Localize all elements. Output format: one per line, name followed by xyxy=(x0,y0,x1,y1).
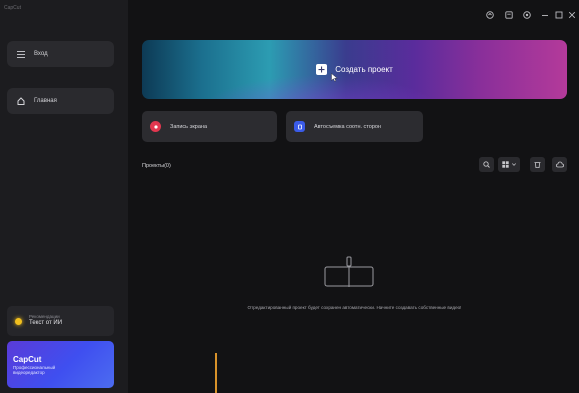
reframe-icon xyxy=(294,121,305,132)
sidebar-item-home[interactable]: Главная xyxy=(7,88,114,114)
capcut-pro-card[interactable]: CapCut Профессиональный видеоредактор xyxy=(7,341,114,388)
create-project-label: Создать проект xyxy=(335,65,393,74)
screen-record-button[interactable]: Запись экрана xyxy=(142,111,277,142)
app-title: CapCut xyxy=(4,5,21,11)
auto-reframe-label: Автосъемка соотн. сторон xyxy=(314,123,381,130)
orange-marker-line xyxy=(215,353,217,393)
plus-icon xyxy=(316,64,328,75)
record-icon xyxy=(150,121,161,132)
cloud-button[interactable] xyxy=(552,157,567,172)
chevron-down-icon xyxy=(512,163,516,166)
auto-reframe-button[interactable]: Автосъемка соотн. сторон xyxy=(286,111,423,142)
search-button[interactable] xyxy=(479,157,494,172)
cloud-icon xyxy=(555,161,564,168)
sparkle-icon xyxy=(15,317,22,325)
projects-title: Проекты(0) xyxy=(142,163,171,169)
settings-icon[interactable] xyxy=(522,10,531,19)
sync-icon[interactable] xyxy=(485,10,494,19)
create-project-banner[interactable]: Создать проект xyxy=(142,40,567,99)
menu-icon xyxy=(17,50,25,58)
empty-projects-icon xyxy=(324,256,374,287)
screen-record-label: Запись экрана xyxy=(170,123,208,130)
promo-card[interactable]: Рекомендации Текст от ИИ xyxy=(7,306,114,336)
grid-icon xyxy=(502,161,509,168)
cursor-icon xyxy=(331,73,338,82)
delete-button[interactable] xyxy=(530,157,545,172)
login-button[interactable]: Вход xyxy=(7,41,114,67)
promo-title: Текст от ИИ xyxy=(29,320,63,327)
empty-state-message: Отредактированный проект будет сохранен … xyxy=(247,305,462,310)
view-toggle-button[interactable] xyxy=(498,157,520,172)
login-label: Вход xyxy=(34,51,48,57)
home-label: Главная xyxy=(34,98,57,104)
trash-icon xyxy=(534,162,541,168)
capcut-card-line2: видеоредактор xyxy=(13,369,45,375)
feedback-icon[interactable] xyxy=(504,10,513,19)
sidebar: CapCut Вход Главная Рекомендации Текст о… xyxy=(0,0,128,393)
capcut-card-title: CapCut xyxy=(13,355,42,364)
minimize-icon[interactable] xyxy=(540,10,549,19)
close-icon[interactable] xyxy=(567,10,576,19)
home-icon xyxy=(17,97,25,105)
maximize-icon[interactable] xyxy=(554,10,563,19)
search-icon xyxy=(483,161,490,168)
